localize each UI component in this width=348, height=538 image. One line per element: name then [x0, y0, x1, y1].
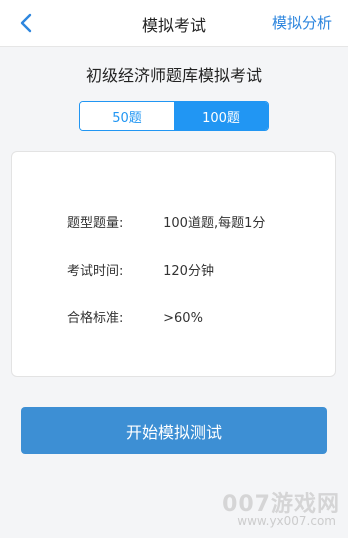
watermark-logo: 007游戏网 www.yx007.com — [218, 486, 340, 534]
chevron-left-icon — [20, 13, 32, 33]
question-count-toggle: 50题 100题 — [79, 101, 269, 131]
info-label: 合格标准: — [67, 311, 124, 326]
info-value: 100道题,每题1分 — [163, 216, 266, 231]
watermark-text: 007游戏网 — [222, 492, 340, 517]
segment-option-100[interactable]: 100题 — [174, 102, 268, 130]
exam-page: 模拟考试 模拟分析 初级经济师题库模拟考试 50题 100题 题型题量: 100… — [0, 0, 348, 538]
back-button[interactable] — [14, 10, 40, 36]
top-navbar: 模拟考试 模拟分析 — [0, 0, 348, 47]
start-mock-test-button[interactable]: 开始模拟测试 — [21, 407, 327, 454]
mock-analysis-link[interactable]: 模拟分析 — [272, 12, 332, 33]
info-value: 120分钟 — [163, 264, 214, 279]
exam-info-card: 题型题量: 100道题,每题1分 考试时间: 120分钟 合格标准: >60% — [11, 151, 336, 377]
watermark-url: www.yx007.com — [237, 514, 336, 528]
segment-option-50[interactable]: 50题 — [80, 102, 174, 130]
exam-title: 初级经济师题库模拟考试 — [85, 66, 262, 85]
info-row-question-count: 题型题量: 100道题,每题1分 — [67, 212, 265, 231]
info-label: 题型题量: — [67, 216, 124, 231]
info-value: >60% — [163, 311, 203, 326]
info-row-exam-time: 考试时间: 120分钟 — [67, 260, 214, 279]
info-row-pass-standard: 合格标准: >60% — [67, 307, 203, 326]
info-label: 考试时间: — [67, 264, 124, 279]
